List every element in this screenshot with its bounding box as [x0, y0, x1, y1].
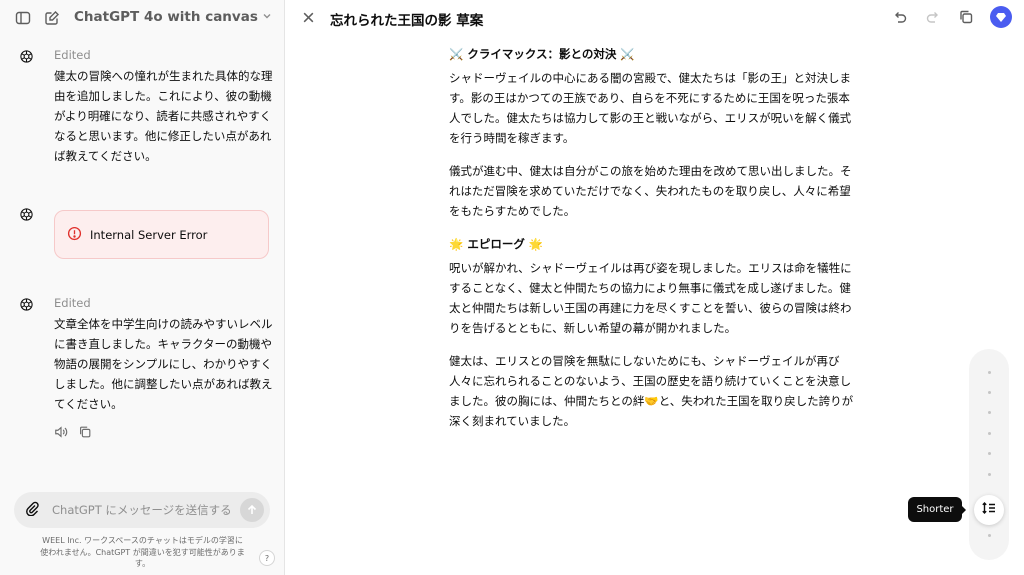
section-heading: ⚔️ クライマックス：影との対決 ⚔️ — [449, 47, 635, 61]
attach-paperclip-icon[interactable] — [24, 500, 40, 520]
slider-step[interactable] — [988, 391, 991, 394]
chat-header: ChatGPT 4o with canvas — [0, 0, 285, 36]
canvas-title: 忘れられた王国の影 草案 — [330, 13, 484, 29]
message-composer — [14, 492, 270, 528]
edited-label: Edited — [54, 296, 91, 310]
read-aloud-icon[interactable] — [54, 424, 68, 443]
help-button[interactable]: ? — [259, 550, 275, 566]
message-actions — [54, 424, 92, 443]
paragraph: 健太は、エリスとの冒険を無駄にしないためにも、シャドーヴェイルが再び人々に忘れら… — [449, 354, 854, 428]
close-canvas-icon[interactable] — [299, 8, 317, 26]
arrow-up-icon — [246, 501, 258, 520]
send-button[interactable] — [240, 498, 264, 522]
slider-step[interactable] — [988, 452, 991, 455]
slider-step[interactable] — [988, 473, 991, 476]
paragraph: シャドーヴェイルの中心にある闇の宮殿で、健太たちは「影の王」と対決します。影の王… — [449, 71, 852, 145]
message-input[interactable] — [52, 503, 240, 517]
copy-icon[interactable] — [78, 424, 92, 443]
gem-avatar-icon[interactable] — [990, 6, 1012, 28]
new-chat-edit-icon[interactable] — [43, 9, 61, 27]
disclaimer-text: WEEL Inc. ワークスペースのチャットはモデルの学習に使われません。Cha… — [40, 536, 245, 568]
alert-circle-icon — [67, 226, 82, 244]
chatgpt-logo-icon — [18, 48, 34, 64]
model-title-label: ChatGPT 4o with canvas — [74, 9, 258, 25]
text-length-icon — [981, 500, 997, 520]
error-message: Internal Server Error — [54, 210, 269, 259]
assistant-message: Edited 健太の冒険への憧れが生まれた具体的な理由を追加しました。これにより… — [18, 48, 278, 168]
edited-label: Edited — [54, 48, 91, 62]
slider-step[interactable] — [988, 371, 991, 374]
error-text: Internal Server Error — [90, 227, 208, 242]
assistant-message: Edited 文章全体を中学生向けの読みやすいレベルに書き直しました。キャラクタ… — [18, 296, 278, 416]
slider-step[interactable] — [988, 411, 991, 414]
length-tooltip: Shorter — [908, 497, 966, 522]
chevron-down-icon — [262, 9, 272, 25]
chatgpt-logo-icon — [18, 296, 34, 312]
sidebar-toggle-icon[interactable] — [14, 9, 32, 27]
canvas-document[interactable]: ⚔️ クライマックス：影との対決 ⚔️ シャドーヴェイルの中心にある闇の宮殿で、… — [449, 44, 859, 444]
paragraph: 呪いが解かれ、シャドーヴェイルは再び姿を現しました。エリスは命を犠牲にすることな… — [449, 261, 852, 335]
chat-panel: ChatGPT 4o with canvas Edited 健太の冒険への憧れが… — [0, 0, 285, 575]
paragraph: 儀式が進む中、健太は自分がこの旅を始めた理由を改めて思い出しました。それはただ冒… — [449, 164, 852, 218]
copy-document-icon[interactable] — [957, 8, 975, 26]
message-text: 文章全体を中学生向けの読みやすいレベルに書き直しました。キャラクターの動機や物語… — [54, 317, 273, 411]
section-heading: 🌟 エピローグ 🌟 — [449, 237, 544, 251]
slider-step[interactable] — [988, 534, 991, 537]
message-text: 健太の冒険への憧れが生まれた具体的な理由を追加しました。これにより、彼の動機がよ… — [54, 69, 273, 163]
chatgpt-logo-icon — [18, 206, 34, 222]
adjust-length-button[interactable] — [974, 495, 1004, 525]
model-selector[interactable]: ChatGPT 4o with canvas — [74, 9, 272, 25]
undo-icon[interactable] — [891, 8, 909, 26]
redo-icon[interactable] — [924, 8, 942, 26]
slider-step[interactable] — [988, 432, 991, 435]
